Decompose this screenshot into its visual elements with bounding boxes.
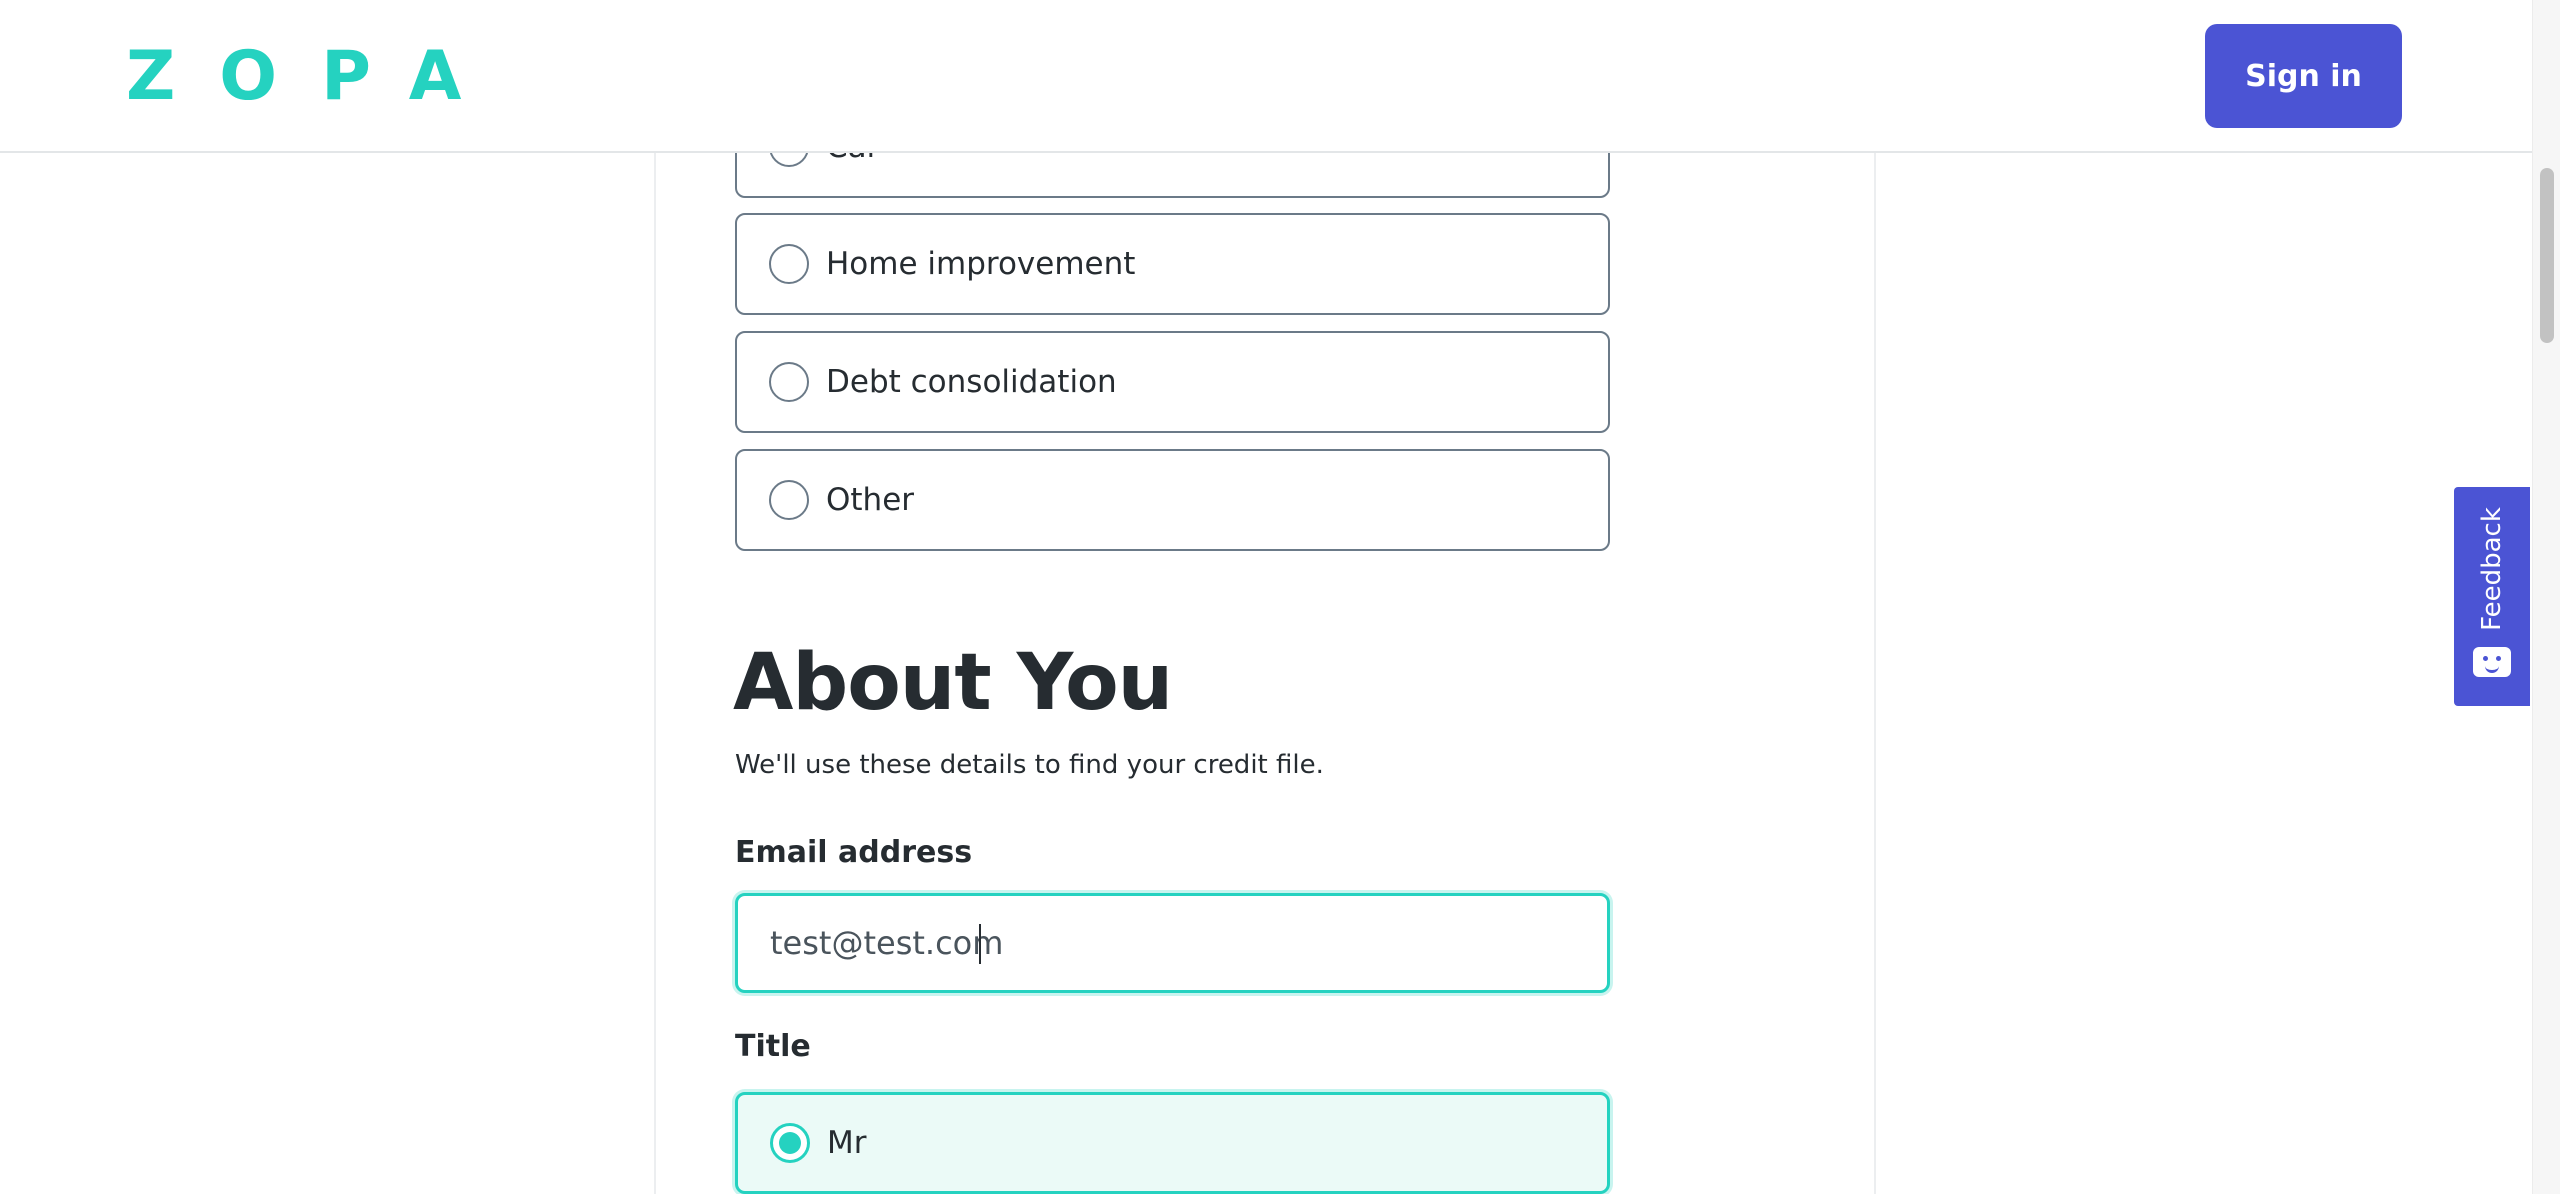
option-label: Home improvement: [826, 246, 1136, 282]
option-label: Mr: [827, 1125, 867, 1161]
title-label: Title: [735, 1029, 811, 1064]
option-label: Other: [826, 482, 915, 518]
feedback-tab[interactable]: Feedback: [2454, 487, 2530, 706]
email-input[interactable]: [735, 893, 1610, 993]
about-you-heading: About You: [733, 638, 1173, 728]
purpose-option-debt-consolidation[interactable]: Debt consolidation: [735, 331, 1610, 433]
email-label: Email address: [735, 835, 973, 870]
radio-selected-icon[interactable]: [770, 1123, 810, 1163]
radio-icon[interactable]: [769, 362, 809, 402]
radio-icon[interactable]: [769, 480, 809, 520]
purpose-option-home-improvement[interactable]: Home improvement: [735, 213, 1610, 315]
feedback-label: Feedback: [2477, 507, 2507, 631]
scrollbar-thumb[interactable]: [2540, 168, 2554, 343]
site-header: ZOPA Sign in: [0, 0, 2532, 153]
sign-in-button[interactable]: Sign in: [2205, 24, 2402, 128]
title-option-mr[interactable]: Mr: [735, 1092, 1610, 1194]
purpose-option-other[interactable]: Other: [735, 449, 1610, 551]
radio-icon[interactable]: [769, 244, 809, 284]
page-scrollbar[interactable]: [2532, 0, 2560, 1194]
option-label: Debt consolidation: [826, 364, 1117, 400]
about-you-subtitle: We'll use these details to find your cre…: [735, 750, 1324, 780]
chat-face-icon: [2473, 647, 2511, 677]
zopa-logo[interactable]: ZOPA: [126, 37, 505, 116]
